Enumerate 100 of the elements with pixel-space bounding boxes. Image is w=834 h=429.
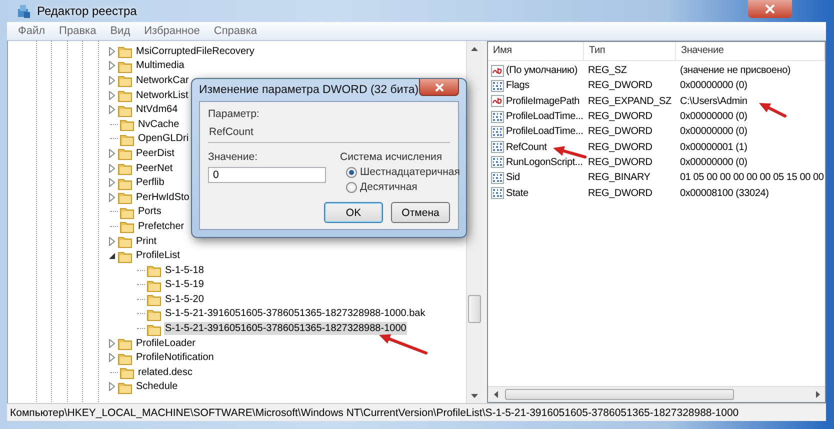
folder-icon [118, 336, 132, 350]
value-data: (значение не присвоено) [679, 65, 792, 76]
parameter-label: Параметр: [208, 108, 260, 120]
value-data: 0x00000000 (0) [679, 80, 748, 92]
radio-label[interactable]: Шестнадцатеричная [360, 166, 460, 178]
value-input-field[interactable]: 0 [208, 167, 326, 183]
tree-item[interactable]: ProfileNotification [135, 351, 215, 364]
value-name[interactable]: ProfileLoadTime... [506, 126, 584, 138]
tree-item[interactable]: S-1-5-21-3916051605-3786051365-1827328988-1000 [164, 322, 408, 336]
parameter-name: RefCount [208, 120, 450, 143]
string-value-icon [491, 95, 504, 108]
binary-value-icon [491, 172, 504, 184]
tree-item[interactable]: NetworkCar [135, 74, 190, 87]
binary-value-icon [491, 80, 504, 92]
tree-item[interactable]: NvCache [137, 118, 180, 131]
value-name[interactable]: ProfileImagePath [506, 96, 580, 107]
tree-item[interactable]: S-1-5-20 [164, 292, 205, 306]
status-bar-path: Компьютер\HKEY_LOCAL_MACHINE\SOFTWARE\Microsoft\Windows NT\CurrentVersion\ProfileList\S-1-5-21-3916051605-3786051365-1827328988-1000 [10, 406, 739, 418]
annotation-arrow [553, 146, 586, 158]
close-button[interactable] [419, 79, 459, 96]
value-name[interactable]: RunLogonScript... [506, 156, 583, 168]
column-header[interactable]: Тип [584, 42, 676, 60]
expand-arrow-icon[interactable] [108, 148, 116, 158]
ok-button[interactable]: OK [324, 202, 383, 223]
value-name[interactable]: Sid [506, 172, 520, 184]
folder-icon [118, 44, 132, 58]
tree-item[interactable]: Schedule [135, 380, 179, 394]
menu-item[interactable]: Вид [103, 25, 138, 37]
tree-item[interactable]: PeerNet [135, 162, 174, 175]
binary-value-icon [491, 187, 504, 200]
cancel-button[interactable]: Отмена [391, 202, 450, 223]
tree-item[interactable]: PeerDist [135, 146, 176, 160]
radio-label[interactable]: Десятичная [360, 181, 418, 193]
expand-arrow-icon[interactable] [108, 236, 116, 246]
tree-item[interactable]: Perflib [135, 176, 166, 190]
window-title: Редактор реестра [37, 4, 137, 18]
group-title: Система исчисления [340, 151, 444, 163]
menu-item[interactable]: Избранное [137, 25, 207, 37]
value-type: REG_DWORD [587, 126, 654, 138]
tree-item[interactable]: ProfileList [135, 249, 181, 262]
tree-item[interactable]: ProfileLoader [135, 336, 196, 350]
tree-item[interactable]: NetworkList [135, 88, 190, 102]
tree-item[interactable]: S-1-5-21-3916051605-3786051365-1827328988-1000.bak [164, 307, 426, 320]
tree-item[interactable]: PerHwIdSto [135, 190, 190, 204]
tree-item[interactable]: NtVdm64 [135, 103, 179, 116]
radio-button[interactable] [346, 182, 357, 192]
binary-value-icon [491, 126, 504, 138]
tree-item[interactable]: Multimedia [135, 59, 186, 72]
tree-item[interactable]: Print [135, 234, 158, 248]
tree-item[interactable]: Ports [137, 205, 162, 218]
collapse-arrow-icon[interactable] [108, 252, 116, 260]
value-name[interactable]: (По умолчанию) [506, 65, 578, 76]
binary-value-icon [491, 110, 504, 123]
value-data: 0x00000000 (0) [679, 126, 748, 138]
expand-arrow-icon[interactable] [108, 76, 116, 85]
scrollbar-thumb[interactable] [505, 389, 734, 400]
right-arrow-icon [816, 391, 820, 398]
folder-icon [118, 234, 132, 248]
value-name[interactable]: RefCount [506, 142, 547, 153]
column-header[interactable]: Значение [676, 42, 825, 60]
folder-icon [118, 190, 132, 204]
folder-icon [120, 219, 134, 234]
expand-arrow-icon[interactable] [108, 105, 116, 114]
expand-arrow-icon[interactable] [108, 192, 116, 202]
tree-item[interactable]: S-1-5-18 [164, 264, 205, 277]
tree-item[interactable]: MsiCorruptedFileRecovery [135, 44, 256, 58]
up-arrow-icon [471, 46, 478, 50]
tree-item[interactable]: S-1-5-19 [164, 278, 205, 292]
menu-item[interactable]: Правка [52, 25, 104, 37]
column-header[interactable]: Имя [488, 42, 584, 60]
folder-icon [120, 365, 134, 380]
value-type: REG_DWORD [587, 156, 654, 168]
expand-arrow-icon[interactable] [108, 353, 116, 362]
value-name[interactable]: State [506, 188, 528, 199]
expand-arrow-icon[interactable] [108, 61, 116, 70]
folder-icon [147, 263, 161, 278]
folder-icon [118, 146, 132, 160]
value-type: REG_EXPAND_SZ [587, 96, 672, 107]
down-arrow-icon [471, 394, 478, 398]
radio-button[interactable] [346, 166, 357, 178]
expand-arrow-icon[interactable] [108, 90, 116, 100]
left-arrow-icon [494, 391, 498, 398]
tree-item[interactable]: related.desc [137, 366, 194, 379]
scrollbar-thumb[interactable] [468, 295, 481, 324]
tree-item[interactable]: OpenGLDri [137, 132, 190, 146]
annotation-arrow [379, 334, 428, 354]
expand-arrow-icon[interactable] [108, 178, 116, 188]
close-button[interactable] [748, 0, 792, 18]
dialog-title: Изменение параметра DWORD (32 бита) [199, 84, 419, 96]
value-type: REG_DWORD [587, 188, 654, 199]
tree-item[interactable]: Prefetcher [137, 220, 186, 233]
expand-arrow-icon[interactable] [108, 338, 116, 348]
menu-item[interactable]: Файл [11, 25, 52, 37]
menu-item[interactable]: Справка [206, 25, 264, 37]
value-name[interactable]: ProfileLoadTime... [506, 111, 584, 122]
expand-arrow-icon[interactable] [108, 46, 116, 56]
value-name[interactable]: Flags [506, 80, 530, 92]
expand-arrow-icon[interactable] [108, 164, 116, 173]
value-data: 0x00008100 (33024) [679, 188, 770, 199]
expand-arrow-icon[interactable] [108, 382, 116, 392]
